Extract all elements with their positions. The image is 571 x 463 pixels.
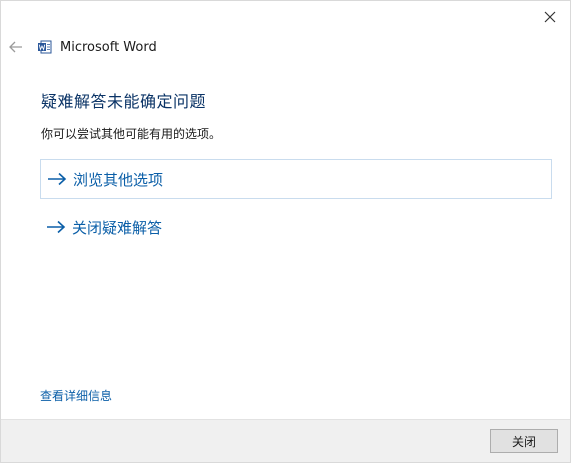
option-label: 浏览其他选项: [73, 170, 164, 189]
subtext: 你可以尝试其他可能有用的选项。: [41, 127, 222, 141]
close-icon[interactable]: [540, 7, 560, 27]
option-label: 关闭疑难解答: [72, 218, 163, 237]
view-details-link[interactable]: 查看详细信息: [40, 387, 112, 404]
arrow-right-icon: [46, 220, 66, 234]
footer-bar: 关闭: [1, 419, 570, 462]
close-button[interactable]: 关闭: [490, 429, 558, 453]
word-icon: [38, 40, 52, 54]
close-troubleshooter-button[interactable]: 关闭疑难解答: [40, 207, 552, 247]
app-title: Microsoft Word: [60, 39, 157, 55]
back-arrow-icon[interactable]: [8, 39, 24, 55]
troubleshooter-window: Microsoft Word 疑难解答未能确定问题 你可以尝试其他可能有用的选项…: [0, 0, 571, 463]
page-title: 疑难解答未能确定问题: [41, 92, 207, 111]
browse-other-options-button[interactable]: 浏览其他选项: [40, 159, 552, 199]
arrow-right-icon: [47, 172, 67, 186]
app-title-row: Microsoft Word: [38, 37, 157, 57]
